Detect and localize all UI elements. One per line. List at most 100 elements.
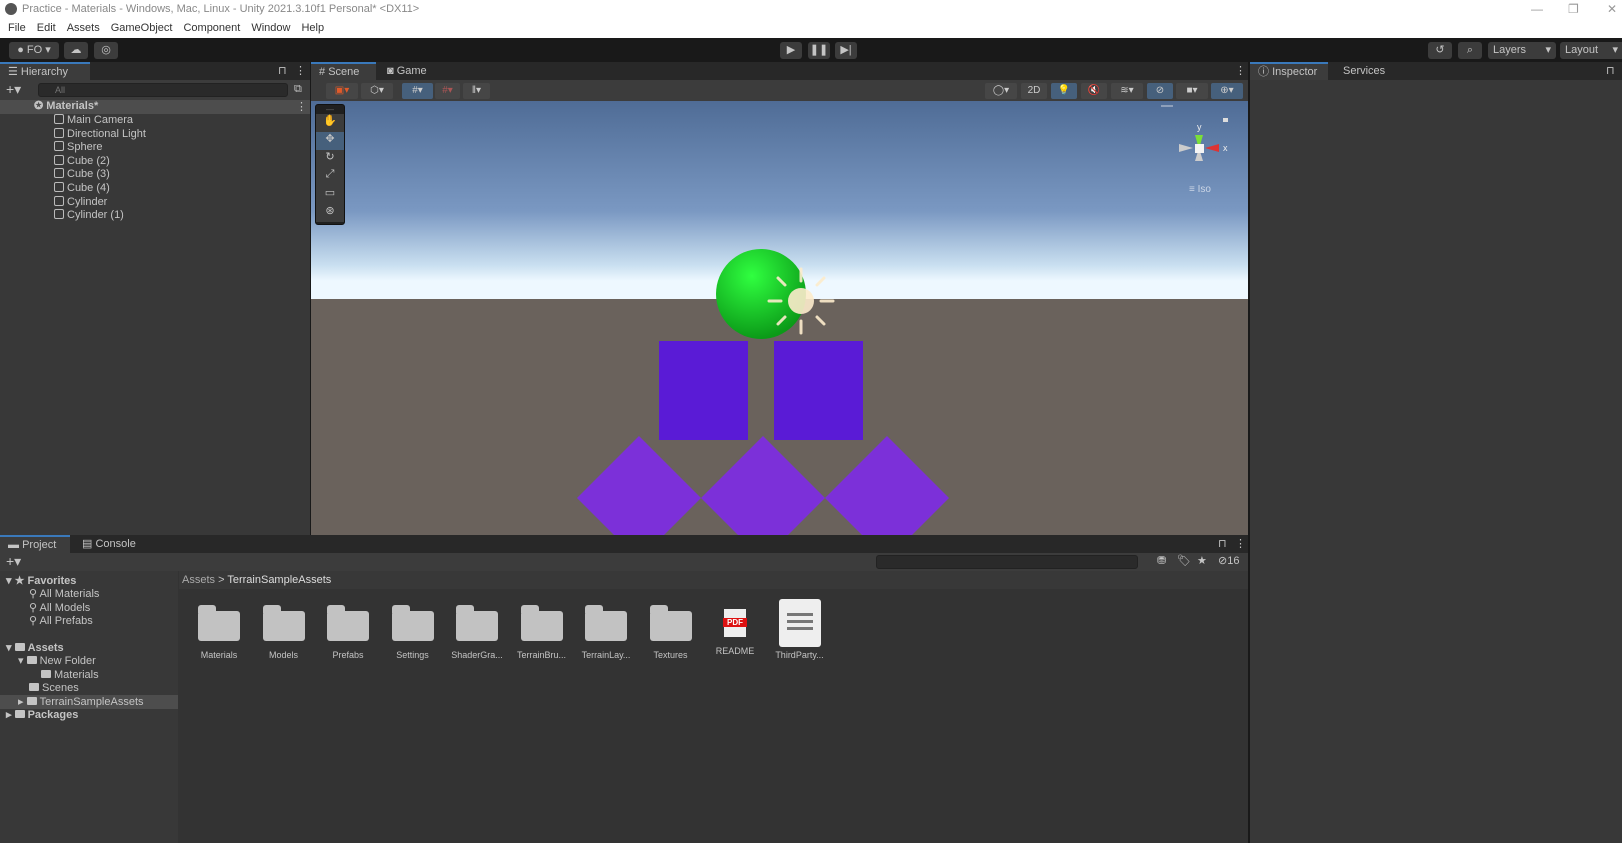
scene-menu-icon[interactable]: ⋮ <box>296 100 307 113</box>
hierarchy-item[interactable]: Directional Light <box>54 127 146 141</box>
layers-dropdown[interactable]: Layers ▾ <box>1488 42 1556 59</box>
lighting-toggle-icon[interactable]: 💡 <box>1051 83 1077 99</box>
collab-icon[interactable]: ◎ <box>94 42 118 59</box>
favorite-all-models[interactable]: ⚲ All Models <box>29 602 90 615</box>
favorite-all-materials[interactable]: ⚲ All Materials <box>29 588 99 601</box>
menu-assets[interactable]: Assets <box>67 22 100 34</box>
menu-help[interactable]: Help <box>301 22 324 34</box>
transform-tool-icon[interactable]: ⊛ <box>316 204 344 222</box>
menu-file[interactable]: File <box>8 22 26 34</box>
project-search-input[interactable] <box>876 555 1138 569</box>
draw-mode-dropdown[interactable]: ▣▾ <box>326 83 358 99</box>
camera-dropdown[interactable]: ■▾ <box>1176 83 1208 99</box>
assets-root[interactable]: ▾ Assets <box>6 642 64 655</box>
asset-item[interactable]: ThirdParty... <box>768 599 832 660</box>
hierarchy-item[interactable]: Cube (2) <box>54 154 110 168</box>
folder-materials[interactable]: Materials <box>41 669 99 682</box>
minimize-icon[interactable]: — <box>1531 0 1543 19</box>
more-icon[interactable]: ⋮ <box>295 64 306 77</box>
more-icon[interactable]: ⋮ <box>1235 537 1246 550</box>
hand-tool-icon[interactable]: ✋ <box>316 114 344 132</box>
hierarchy-search-input[interactable] <box>38 83 288 97</box>
tab-hierarchy[interactable]: ☰ Hierarchy <box>0 62 90 80</box>
folder-scenes[interactable]: Scenes <box>29 682 79 695</box>
cube-right[interactable] <box>774 341 863 440</box>
favorites-header[interactable]: ▾ ★ Favorites <box>6 575 76 588</box>
hierarchy-item[interactable]: Cube (4) <box>54 182 110 195</box>
asset-item[interactable]: TerrainBru... <box>510 605 574 660</box>
account-dropdown[interactable]: ● FO ▾ <box>9 42 59 59</box>
menu-component[interactable]: Component <box>183 22 240 34</box>
folder-terrain-sample-assets[interactable]: ▸ TerrainSampleAssets <box>0 695 178 709</box>
move-tool-icon[interactable]: ✥ <box>316 132 344 150</box>
directional-light-icon[interactable] <box>767 267 835 335</box>
restore-icon[interactable]: ❐ <box>1568 0 1579 19</box>
asset-item[interactable]: Textures <box>639 605 703 660</box>
layout-dropdown[interactable]: Layout ▾ <box>1560 42 1622 59</box>
asset-item[interactable]: Settings <box>381 605 445 660</box>
play-button[interactable]: ▶ <box>780 42 802 59</box>
search-by-label-icon[interactable]: 🏷 <box>1177 554 1191 567</box>
gameobject-icon <box>54 154 64 165</box>
hierarchy-item[interactable]: Cube (3) <box>54 168 110 181</box>
asset-item[interactable]: Models <box>252 605 316 660</box>
close-icon[interactable]: ✕ <box>1607 0 1617 19</box>
menu-gameobject[interactable]: GameObject <box>111 22 173 34</box>
search-icon[interactable]: ⌕ <box>1458 42 1482 59</box>
add-icon[interactable]: +▾ <box>6 81 21 98</box>
cloud-icon[interactable]: ☁ <box>64 42 88 59</box>
packages-root[interactable]: ▸ Packages <box>6 709 78 722</box>
audio-toggle-icon[interactable]: 🔇 <box>1081 83 1107 99</box>
favorites-star-icon[interactable]: ★ <box>1197 554 1207 567</box>
history-icon[interactable]: ↺ <box>1428 42 1452 59</box>
scale-tool-icon[interactable]: ⤢ <box>316 168 344 186</box>
scene-row[interactable]: ✪ Materials* ⋮ <box>0 100 310 114</box>
increment-snap-toggle[interactable]: #▾ <box>435 83 460 99</box>
asset-item[interactable]: TerrainLay... <box>574 605 638 660</box>
add-icon[interactable]: +▾ <box>6 553 21 570</box>
menu-edit[interactable]: Edit <box>37 22 56 34</box>
toggle-2d-button[interactable]: 2D <box>1021 83 1047 99</box>
tab-project[interactable]: ▬ Project <box>0 535 70 553</box>
favorite-all-prefabs[interactable]: ⚲ All Prefabs <box>29 615 93 628</box>
tab-console[interactable]: ▤ Console <box>74 535 144 553</box>
projection-label[interactable]: ≡ Iso <box>1189 184 1211 195</box>
tab-inspector[interactable]: ⓘ Inspector <box>1250 62 1328 80</box>
gizmos-dropdown[interactable]: ⊕▾ <box>1211 83 1243 99</box>
align-dropdown[interactable]: ‖▾ <box>463 83 490 99</box>
search-by-type-icon[interactable]: ⛃ <box>1157 554 1166 567</box>
more-icon[interactable]: ⋮ <box>1235 64 1246 77</box>
hierarchy-item[interactable]: Cylinder (1) <box>54 209 124 222</box>
breadcrumb-terrain-sample-assets[interactable]: TerrainSampleAssets <box>227 574 331 586</box>
shading-dropdown[interactable]: ◯▾ <box>985 83 1017 99</box>
rect-tool-icon[interactable]: ▭ <box>316 186 344 204</box>
render-mode-dropdown[interactable]: ⬡▾ <box>361 83 393 99</box>
search-popout-icon[interactable]: ⧉ <box>294 83 302 96</box>
folder-new-folder[interactable]: ▾ New Folder <box>18 655 96 668</box>
tab-services[interactable]: Services <box>1335 62 1393 80</box>
step-button[interactable]: ▶| <box>835 42 857 59</box>
hierarchy-item[interactable]: Main Camera <box>54 114 133 127</box>
pause-button[interactable]: ❚❚ <box>808 42 830 59</box>
breadcrumb-assets[interactable]: Assets <box>182 574 215 586</box>
cube-left[interactable] <box>659 341 748 440</box>
asset-item[interactable]: Prefabs <box>316 605 380 660</box>
asset-item[interactable]: ShaderGra... <box>445 605 509 660</box>
effects-dropdown[interactable]: ≋▾ <box>1111 83 1143 99</box>
grid-snap-toggle[interactable]: #▾ <box>402 83 433 99</box>
rotate-tool-icon[interactable]: ↻ <box>316 150 344 168</box>
hierarchy-item[interactable]: Cylinder <box>54 195 107 209</box>
asset-item[interactable]: PDF README <box>703 605 767 656</box>
visibility-toggle-icon[interactable]: ⊘ <box>1147 83 1173 99</box>
tab-scene[interactable]: # Scene <box>311 62 376 80</box>
scene-viewport[interactable]: y x ≡ Iso <box>311 101 1248 535</box>
hierarchy-item[interactable]: Sphere <box>54 141 102 154</box>
folder-label: Materials <box>54 669 99 681</box>
lock-icon[interactable]: ⊓ <box>1218 537 1227 550</box>
tab-game[interactable]: ◙ Game <box>379 62 435 80</box>
lock-icon[interactable]: ⊓ <box>278 64 287 77</box>
lock-icon[interactable]: ⊓ <box>1606 64 1615 77</box>
menu-window[interactable]: Window <box>251 22 290 34</box>
hidden-packages-toggle[interactable]: ⊘16 <box>1218 554 1239 567</box>
asset-item[interactable]: Materials <box>187 605 251 660</box>
